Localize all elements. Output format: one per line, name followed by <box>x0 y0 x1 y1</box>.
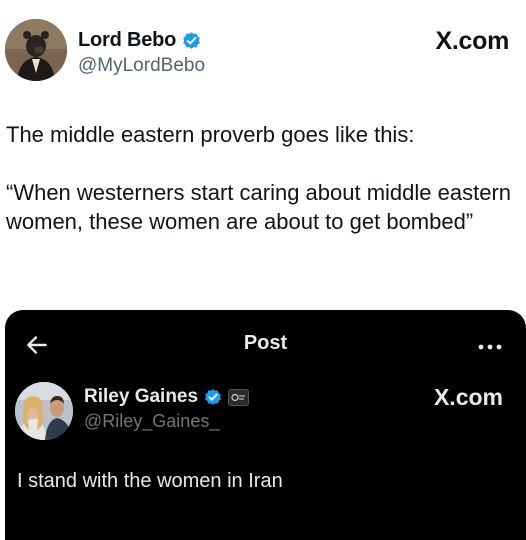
inner-display-name[interactable]: Riley Gaines <box>84 386 198 408</box>
affiliation-badge-icon[interactable] <box>228 388 250 406</box>
more-horizontal-icon[interactable] <box>478 344 502 350</box>
x-com-brand: X.com <box>433 384 503 410</box>
outer-text-quote: “When westerners start caring about midd… <box>6 180 512 234</box>
inner-post-text: I stand with the women in Iran <box>17 470 283 492</box>
inner-handle[interactable]: @Riley_Gaines_ <box>84 411 219 432</box>
outer-post-header: Lord Bebo @MyLordBebo X.com <box>5 19 515 85</box>
outer-display-name[interactable]: Lord Bebo <box>78 29 176 52</box>
post-header-title: Post <box>243 332 288 354</box>
inner-name-row: Riley Gaines <box>84 385 250 409</box>
verified-badge-icon <box>205 389 221 405</box>
outer-name-row: Lord Bebo <box>78 27 202 53</box>
couple-photo-avatar[interactable] <box>15 382 73 440</box>
outer-handle[interactable]: @MyLordBebo <box>78 55 205 77</box>
outer-text-line-1: The middle eastern proverb goes like thi… <box>6 122 415 147</box>
outer-post-text: The middle eastern proverb goes like thi… <box>6 120 516 236</box>
x-com-brand: X.com <box>435 27 509 55</box>
verified-badge-icon <box>183 31 201 49</box>
quoted-post-screenshot[interactable]: Post Riley Gaines @Riley_Gaines_ X.com I… <box>5 310 526 540</box>
bear-portrait-avatar[interactable] <box>5 19 67 81</box>
